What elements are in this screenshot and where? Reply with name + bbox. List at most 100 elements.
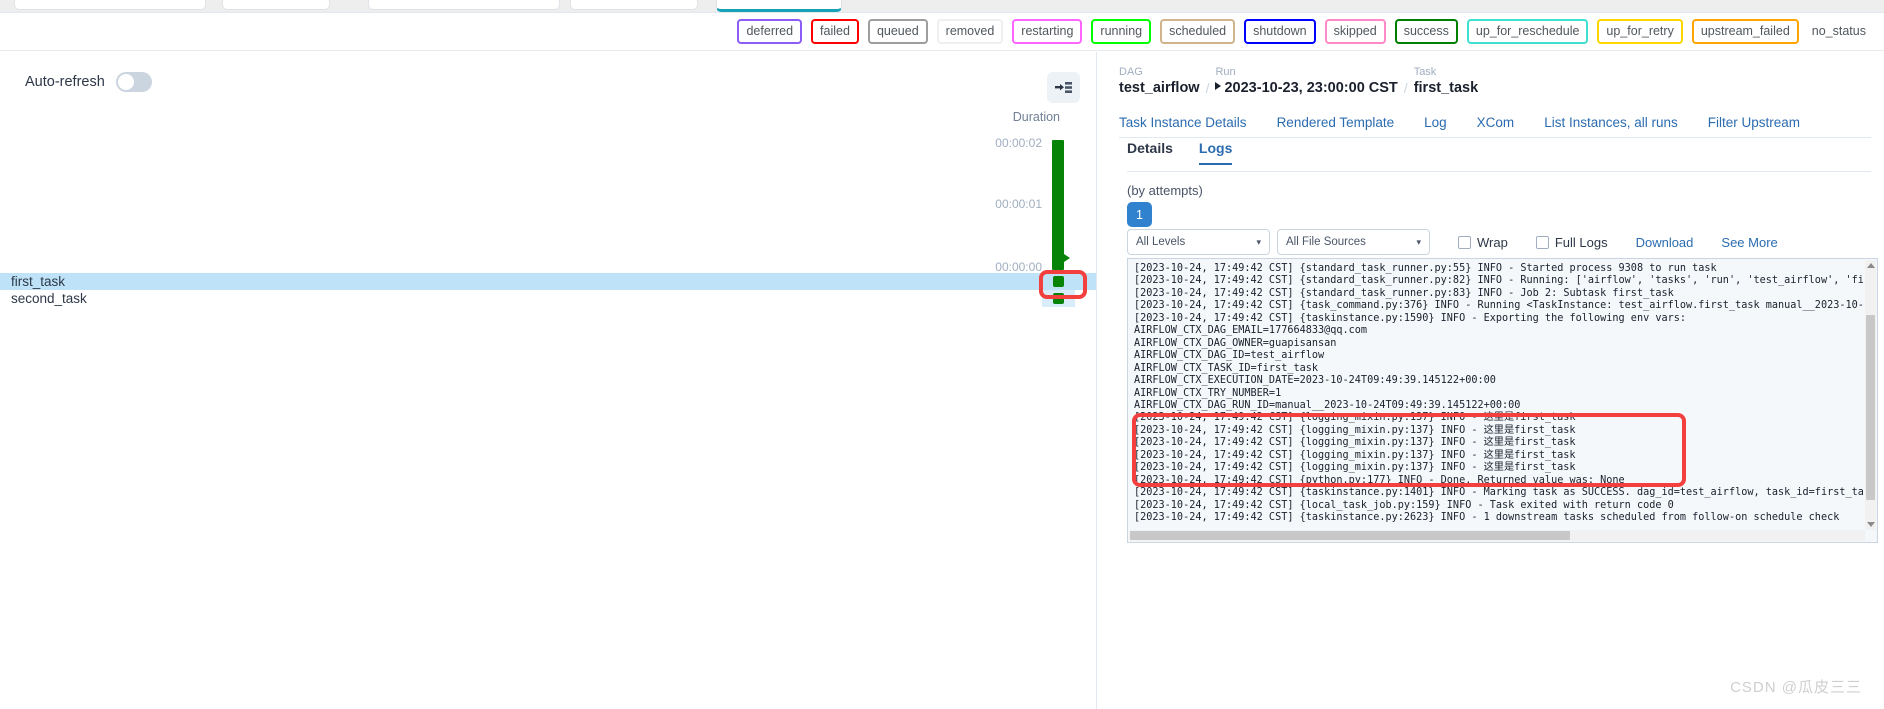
log-line: [2023-10-24, 17:49:42 CST] {logging_mixi… <box>1134 449 1576 461</box>
breadcrumb-run[interactable]: Run 2023-10-23, 23:00:00 CST <box>1215 66 1398 97</box>
log-line: AIRFLOW_CTX_DAG_RUN_ID=manual__2023-10-2… <box>1134 399 1521 411</box>
legend-badge-scheduled[interactable]: scheduled <box>1160 18 1236 45</box>
sub-tab-logs[interactable]: Logs <box>1198 140 1233 165</box>
sliver-tab-1[interactable] <box>14 0 206 10</box>
breadcrumb-task[interactable]: Task first_task <box>1414 66 1478 97</box>
legend-badge-up_for_reschedule[interactable]: up_for_reschedule <box>1466 18 1589 45</box>
breadcrumb-dag-label: DAG <box>1119 66 1143 78</box>
attempt-button-1[interactable]: 1 <box>1127 202 1152 227</box>
full-logs-checkbox-box[interactable] <box>1535 235 1549 249</box>
log-source-value: All File Sources <box>1286 236 1366 248</box>
legend-badge-deferred[interactable]: deferred <box>737 18 803 45</box>
log-output-box[interactable]: [2023-10-24, 17:49:42 CST] {standard_tas… <box>1127 258 1878 543</box>
log-line: [2023-10-24, 17:49:42 CST] {taskinstance… <box>1134 312 1687 324</box>
log-line: [2023-10-24, 17:49:42 CST] {logging_mixi… <box>1134 424 1576 436</box>
legend-badge-failed[interactable]: failed <box>811 18 859 45</box>
breadcrumb-task-label: Task <box>1413 66 1437 78</box>
duration-bar-chart <box>0 132 1096 270</box>
log-line: AIRFLOW_CTX_TASK_ID=first_task <box>1134 362 1319 374</box>
attempts-label: (by attempts) <box>1127 183 1203 198</box>
status-square-success[interactable] <box>1053 276 1064 287</box>
scroll-up-arrow-icon[interactable] <box>1867 263 1875 268</box>
full-logs-checkbox-label: Full Logs <box>1554 234 1608 250</box>
log-line: [2023-10-24, 17:49:42 CST] {standard_tas… <box>1134 275 1863 287</box>
airflow-grid-page: deferred failed queued removed restarting run… <box>0 0 1884 709</box>
run-play-icon <box>1215 82 1222 90</box>
task-link-list-instances-all-runs[interactable]: List Instances, all runs <box>1544 115 1678 130</box>
log-line: [2023-10-24, 17:49:42 CST] {python.py:17… <box>1134 474 1625 486</box>
log-line: [2023-10-24, 17:49:42 CST] {task_command… <box>1134 300 1863 312</box>
sliver-tab-active[interactable] <box>716 0 842 12</box>
log-line: AIRFLOW_CTX_DAG_EMAIL=177664833@qq.com <box>1134 325 1368 337</box>
task-link-rendered-template[interactable]: Rendered Template <box>1277 115 1395 130</box>
sliver-tab-4[interactable] <box>570 0 698 10</box>
log-line: [2023-10-24, 17:49:42 CST] {logging_mixi… <box>1134 412 1576 424</box>
sliver-tab-2[interactable] <box>222 0 330 10</box>
full-logs-checkbox[interactable]: Full Logs <box>1535 234 1608 250</box>
task-status-cell-first_task[interactable] <box>1042 273 1075 290</box>
panel-collapse-glyph <box>1055 82 1072 93</box>
log-line: [2023-10-24, 17:49:42 CST] {logging_mixi… <box>1134 437 1576 449</box>
legend-badge-no_status[interactable]: no_status <box>1807 18 1870 45</box>
log-vertical-scroll-thumb[interactable] <box>1866 315 1875 500</box>
scroll-down-arrow-icon[interactable] <box>1867 522 1875 527</box>
log-line: [2023-10-24, 17:49:42 CST] {logging_mixi… <box>1134 462 1576 474</box>
log-horizontal-scrollbar[interactable] <box>1129 530 1865 541</box>
task-link-tabs: Task Instance Details Rendered Template Lo… <box>1119 107 1871 138</box>
auto-refresh-label: Auto-refresh <box>25 74 105 90</box>
wrap-checkbox[interactable]: Wrap <box>1458 235 1508 250</box>
task-link-xcom[interactable]: XCom <box>1477 115 1515 130</box>
log-line: AIRFLOW_CTX_TRY_NUMBER=1 <box>1134 387 1282 399</box>
see-more-link[interactable]: See More <box>1721 235 1777 250</box>
task-name-second_task: second_task <box>11 291 87 306</box>
log-line: [2023-10-24, 17:49:42 CST] {taskinstance… <box>1134 512 1840 524</box>
panel-collapse-icon[interactable] <box>1047 72 1080 103</box>
log-line: [2023-10-24, 17:49:42 CST] {standard_tas… <box>1134 287 1674 299</box>
log-vertical-scrollbar[interactable] <box>1865 260 1876 530</box>
task-row[interactable]: first_task <box>0 273 1096 290</box>
log-line: [2023-10-24, 17:49:42 CST] {taskinstance… <box>1134 487 1863 499</box>
task-row[interactable]: second_task <box>0 290 1096 307</box>
log-source-select[interactable]: All File Sources ▾ <box>1277 229 1430 255</box>
toggle-knob <box>117 74 134 90</box>
breadcrumb-dag[interactable]: DAG test_airflow <box>1119 66 1200 97</box>
legend-badge-success[interactable]: success <box>1394 18 1458 45</box>
chevron-down-icon: ▾ <box>1416 236 1421 247</box>
task-status-cell-second_task[interactable] <box>1042 290 1075 307</box>
legend-badge-queued[interactable]: queued <box>867 18 928 45</box>
sub-tab-details[interactable]: Details <box>1127 140 1173 163</box>
task-name-first_task: first_task <box>11 274 66 289</box>
legend-badge-running[interactable]: running <box>1091 18 1152 45</box>
log-line: AIRFLOW_CTX_DAG_ID=test_airflow <box>1134 350 1325 362</box>
legend-badge-removed[interactable]: removed <box>936 18 1004 45</box>
status-square-success[interactable] <box>1053 293 1064 304</box>
log-horizontal-scroll-thumb[interactable] <box>1130 531 1570 540</box>
log-line: [2023-10-24, 17:49:42 CST] {standard_tas… <box>1134 263 1717 274</box>
log-line: AIRFLOW_CTX_EXECUTION_DATE=2023-10-24T09… <box>1134 375 1496 387</box>
breadcrumb-separator-1: / <box>1205 80 1210 96</box>
task-link-task-instance-details[interactable]: Task Instance Details <box>1119 115 1247 130</box>
sliver-tab-3[interactable] <box>368 0 560 10</box>
log-line: [2023-10-24, 17:49:42 CST] {local_task_j… <box>1134 499 1674 511</box>
breadcrumb-run-value: 2023-10-23, 23:00:00 CST <box>1224 80 1398 96</box>
auto-refresh-control[interactable]: Auto-refresh <box>25 72 152 92</box>
breadcrumb: DAG test_airflow / Run 2023-10-23, 23:00… <box>1119 66 1478 97</box>
legend-badge-up_for_retry[interactable]: up_for_retry <box>1597 18 1683 45</box>
breadcrumb-dag-value: test_airflow <box>1119 80 1200 96</box>
legend-badge-skipped[interactable]: skipped <box>1324 18 1386 45</box>
task-link-log[interactable]: Log <box>1424 115 1447 130</box>
legend-badge-shutdown[interactable]: shutdown <box>1244 18 1316 45</box>
task-link-filter-upstream[interactable]: Filter Upstream <box>1708 115 1800 130</box>
log-level-select[interactable]: All Levels ▾ <box>1127 229 1270 255</box>
legend-badge-restarting[interactable]: restarting <box>1012 18 1083 45</box>
grid-panel: Auto-refresh Duration 00:00:02 00:00:01 … <box>0 52 1096 709</box>
download-link[interactable]: Download <box>1636 235 1694 250</box>
task-list: first_task second_task <box>0 273 1096 307</box>
duration-bar-first-task[interactable] <box>1052 140 1064 270</box>
legend-badge-upstream_failed[interactable]: upstream_failed <box>1691 18 1799 45</box>
status-legend-bar: deferred failed queued removed restarting run… <box>0 13 1884 51</box>
details-sub-tabs: Details Logs <box>1127 140 1871 172</box>
auto-refresh-toggle[interactable] <box>115 72 152 92</box>
log-controls: All Levels ▾ All File Sources ▾ Wrap Ful… <box>1127 227 1877 257</box>
wrap-checkbox-box[interactable] <box>1458 235 1471 249</box>
